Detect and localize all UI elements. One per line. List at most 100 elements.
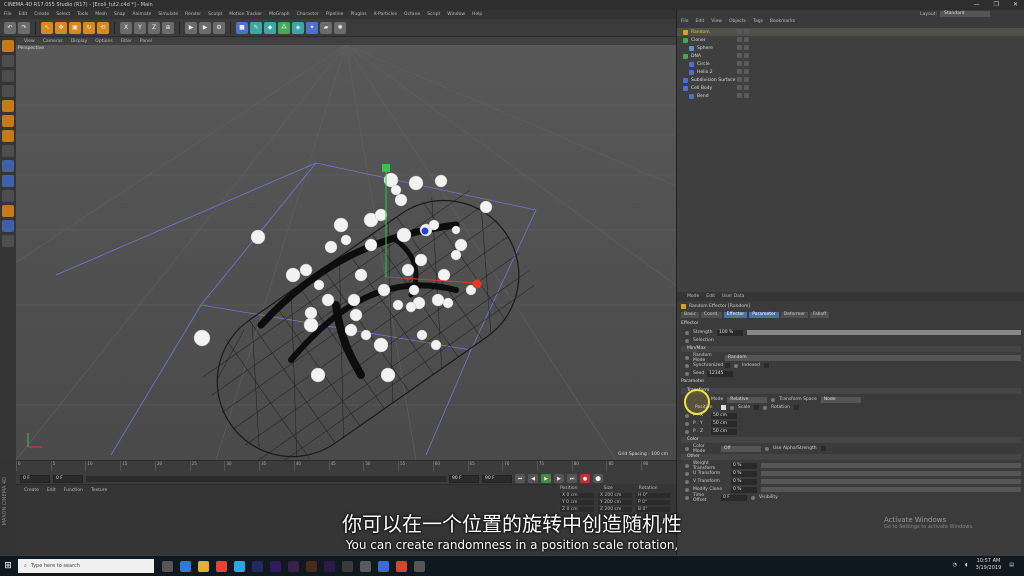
viewport-menu-cameras[interactable]: Cameras (43, 39, 63, 44)
tab-effector[interactable]: Effector (723, 312, 748, 318)
u-transform-slider[interactable] (761, 471, 1021, 476)
render-visibility-icon[interactable] (744, 85, 749, 90)
end-frame-field[interactable]: 90 F (449, 474, 479, 483)
py-field[interactable]: 50 cm (711, 420, 737, 427)
coord-size-x[interactable]: X 200 cm (598, 493, 632, 498)
timeline[interactable]: 0 5 10 15 20 25 30 35 40 45 50 55 60 65 … (16, 460, 676, 484)
editor-visibility-icon[interactable] (737, 77, 742, 82)
viewport-menu-view[interactable]: View (24, 39, 35, 44)
camera-icon[interactable]: ▰ (320, 21, 332, 34)
volume-icon[interactable]: ◖ (965, 562, 968, 568)
x-axis-lock-button[interactable]: X (120, 21, 132, 34)
obj-menu-tags[interactable]: Tags (753, 19, 763, 24)
coord-position-y[interactable]: Y 0 cm (560, 500, 594, 505)
chrome-icon[interactable] (216, 560, 227, 572)
obj-menu-edit[interactable]: Edit (696, 19, 705, 24)
coord-rotation-h[interactable]: H 0° (636, 493, 670, 498)
visibility-toggles[interactable] (737, 61, 749, 66)
notifications-icon[interactable]: ▤ (1009, 562, 1014, 568)
premiere-icon[interactable] (270, 560, 281, 572)
editor-visibility-icon[interactable] (737, 69, 742, 74)
animate-dot-icon[interactable] (730, 405, 734, 410)
object-row[interactable]: Subdivision Surface (677, 76, 1024, 84)
visibility-toggles[interactable] (737, 29, 749, 34)
app-icon[interactable] (360, 560, 371, 572)
editor-visibility-icon[interactable] (737, 61, 742, 66)
u-transform-field[interactable]: 0 % (731, 470, 757, 477)
grid-icon[interactable] (2, 235, 14, 247)
menu-tools[interactable]: Tools (77, 12, 88, 17)
menu-motion-tracker[interactable]: Motion Tracker (229, 12, 262, 17)
animate-dot-icon[interactable] (685, 446, 689, 451)
animate-dot-icon[interactable] (685, 471, 689, 476)
planar-workplane-icon[interactable] (2, 220, 14, 232)
menu-octane[interactable]: Octane (404, 12, 420, 17)
editor-visibility-icon[interactable] (737, 37, 742, 42)
strength-slider[interactable] (747, 330, 1021, 335)
frame-range-slider[interactable] (86, 475, 446, 482)
editor-visibility-icon[interactable] (737, 85, 742, 90)
indexed-checkbox[interactable] (763, 363, 769, 368)
edges-mode-icon[interactable] (2, 115, 14, 127)
rotation-checkbox[interactable] (793, 405, 799, 410)
visibility-toggles[interactable] (737, 53, 749, 58)
animate-dot-icon[interactable] (685, 487, 689, 492)
coordinate-system-icon[interactable]: ⊕ (162, 21, 174, 34)
clock[interactable]: 10:57 AM 3/19/2019 (976, 558, 1002, 572)
obj-menu-view[interactable]: View (711, 19, 722, 24)
material-menu-create[interactable]: Create (24, 488, 39, 493)
texture-mode-icon[interactable] (2, 55, 14, 67)
illustrator-icon[interactable] (306, 560, 317, 572)
animate-dot-icon[interactable] (685, 495, 689, 500)
pen-icon[interactable]: ✎ (250, 21, 262, 34)
animate-dot-icon[interactable] (751, 495, 755, 500)
tab-parameter[interactable]: Parameter (749, 312, 779, 318)
menu-animate[interactable]: Animate (132, 12, 151, 17)
timeline-ruler[interactable]: 0 5 10 15 20 25 30 35 40 45 50 55 60 65 … (16, 461, 676, 471)
task-view-icon[interactable] (162, 560, 173, 572)
random-mode-dropdown[interactable]: Random (725, 354, 1021, 361)
object-row[interactable]: DNA (677, 52, 1024, 60)
seed-field[interactable]: 12345 (707, 370, 733, 377)
transform-space-dropdown[interactable]: Node (820, 396, 861, 403)
go-to-start-icon[interactable]: ⏮ (515, 474, 525, 483)
app-icon[interactable] (414, 560, 425, 572)
material-menu-function[interactable]: Function (64, 488, 83, 493)
y-axis-lock-button[interactable]: Y (134, 21, 146, 34)
store-icon[interactable] (234, 560, 245, 572)
windows-start-icon[interactable]: ⊞ (0, 556, 16, 576)
other-section-header[interactable]: Other (681, 454, 1021, 460)
subdivision-icon[interactable]: ◆ (264, 21, 276, 34)
coord-size-y[interactable]: Y 200 cm (598, 500, 632, 505)
scene-icon[interactable]: ✦ (306, 21, 318, 34)
visibility-toggles[interactable] (737, 69, 749, 74)
modify-clone-field[interactable]: 0 % (731, 486, 757, 493)
visibility-toggles[interactable] (737, 85, 749, 90)
animate-dot-icon[interactable] (685, 371, 689, 376)
app-icon[interactable] (396, 560, 407, 572)
make-editable-icon[interactable] (2, 40, 14, 52)
menu-create[interactable]: Create (34, 12, 49, 17)
recent-tools-icon[interactable]: ⟲ (97, 21, 109, 34)
solo-icon[interactable] (2, 190, 14, 202)
move-icon[interactable]: ✥ (55, 21, 67, 34)
lock-workplane-icon[interactable] (2, 205, 14, 217)
time-offset-field[interactable]: 0 F (721, 494, 747, 501)
object-row[interactable]: Cell Body (677, 84, 1024, 92)
position-checkbox[interactable] (721, 405, 726, 410)
tab-coord[interactable]: Coord. (700, 312, 722, 318)
menu-window[interactable]: Window (447, 12, 465, 17)
previous-key-icon[interactable]: ◀ (528, 474, 538, 483)
animate-dot-icon[interactable] (685, 413, 689, 418)
coord-rotation-p[interactable]: P 0° (636, 500, 670, 505)
object-row[interactable]: Sphere (677, 44, 1024, 52)
live-selection-icon[interactable]: ↖ (41, 21, 53, 34)
px-field[interactable]: 50 cm (711, 412, 737, 419)
record-icon[interactable]: ● (580, 474, 590, 483)
strength-field[interactable]: 100 % (717, 329, 743, 336)
animate-dot-icon[interactable] (685, 363, 689, 368)
render-picture-viewer-icon[interactable]: ▶ (199, 21, 211, 34)
menu-select[interactable]: Select (56, 12, 70, 17)
use-alpha-checkbox[interactable] (820, 446, 826, 451)
mode-dropdown[interactable]: Relative (727, 396, 768, 403)
